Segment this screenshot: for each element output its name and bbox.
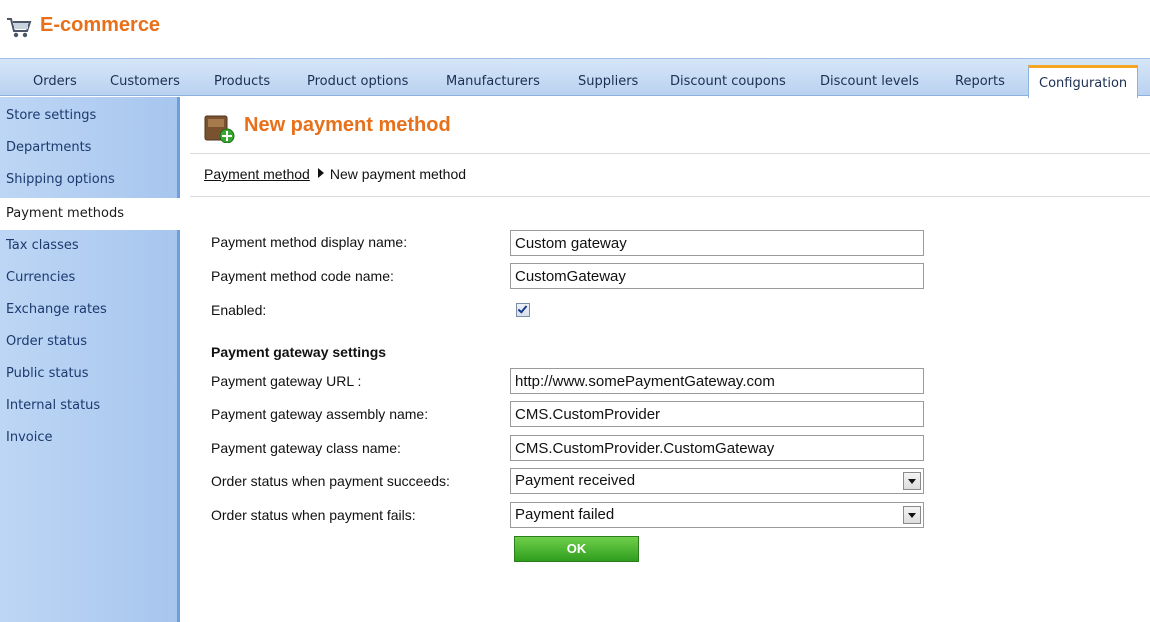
new-payment-method-icon: [204, 115, 235, 143]
tab-suppliers[interactable]: Suppliers: [576, 68, 640, 96]
tab-customers[interactable]: Customers: [108, 68, 182, 96]
sidebar-item-internal-status[interactable]: Internal status: [0, 390, 180, 422]
chevron-down-icon[interactable]: [903, 506, 921, 524]
page-title: New payment method: [244, 114, 451, 136]
sidebar-item-public-status[interactable]: Public status: [0, 358, 180, 390]
gateway-url-label: Payment gateway URL :: [211, 373, 362, 389]
code-name-input[interactable]: [510, 263, 924, 289]
sidebar-item-invoice[interactable]: Invoice: [0, 422, 180, 454]
class-name-label: Payment gateway class name:: [211, 440, 401, 456]
title-divider: [190, 153, 1150, 154]
class-name-input[interactable]: [510, 435, 924, 461]
checkmark-icon: [517, 303, 528, 314]
sidebar-item-payment-methods[interactable]: Payment methods: [0, 198, 183, 230]
gateway-url-input[interactable]: [510, 368, 924, 394]
breadcrumb-current: New payment method: [329, 166, 467, 182]
sidebar-item-departments[interactable]: Departments: [0, 132, 180, 164]
enabled-checkbox[interactable]: [516, 303, 530, 317]
success-status-value: Payment received: [515, 472, 636, 489]
display-name-label: Payment method display name:: [211, 234, 408, 250]
fail-status-select[interactable]: Payment failed: [510, 502, 924, 528]
fail-status-label: Order status when payment fails:: [211, 507, 416, 523]
breadcrumb: Payment method New payment method: [204, 166, 466, 182]
tab-discount-coupons[interactable]: Discount coupons: [668, 68, 788, 96]
sidebar-item-tax-classes[interactable]: Tax classes: [0, 230, 180, 262]
sidebar-item-store-settings[interactable]: Store settings: [0, 100, 180, 132]
gateway-settings-heading: Payment gateway settings: [211, 344, 387, 360]
breadcrumb-link-payment-method[interactable]: Payment method: [204, 166, 310, 182]
tab-products[interactable]: Products: [212, 68, 272, 96]
tab-product-options[interactable]: Product options: [305, 68, 410, 96]
fail-status-value: Payment failed: [515, 506, 615, 523]
main-tab-bar: Orders Customers Products Product option…: [0, 58, 1150, 98]
app-header: E-commerce: [0, 0, 1150, 52]
tab-manufacturers[interactable]: Manufacturers: [444, 68, 542, 96]
success-status-label: Order status when payment succeeds:: [211, 473, 450, 489]
enabled-label: Enabled:: [211, 302, 267, 318]
success-status-select[interactable]: Payment received: [510, 468, 924, 494]
code-name-label: Payment method code name:: [211, 268, 394, 284]
app-title: E-commerce: [40, 14, 161, 36]
assembly-name-input[interactable]: [510, 401, 924, 427]
tab-orders[interactable]: Orders: [31, 68, 79, 96]
ok-button[interactable]: OK: [514, 536, 639, 562]
tab-discount-levels[interactable]: Discount levels: [818, 68, 921, 96]
breadcrumb-arrow-icon: [317, 168, 324, 178]
tab-reports[interactable]: Reports: [953, 68, 1007, 96]
breadcrumb-divider: [190, 196, 1150, 197]
sidebar-item-shipping-options[interactable]: Shipping options: [0, 164, 180, 196]
assembly-name-label: Payment gateway assembly name:: [211, 406, 429, 422]
sidebar-item-currencies[interactable]: Currencies: [0, 262, 180, 294]
sidebar-item-order-status[interactable]: Order status: [0, 326, 180, 358]
display-name-input[interactable]: [510, 230, 924, 256]
chevron-down-icon[interactable]: [903, 472, 921, 490]
tab-configuration[interactable]: Configuration: [1028, 65, 1139, 98]
sidebar-item-exchange-rates[interactable]: Exchange rates: [0, 294, 180, 326]
sidebar: Store settings Departments Shipping opti…: [0, 97, 183, 622]
shopping-cart-icon: [7, 18, 32, 38]
